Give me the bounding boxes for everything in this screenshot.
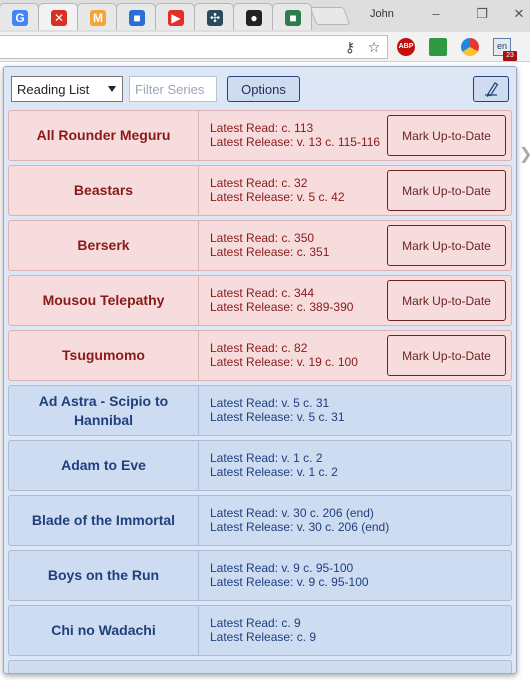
series-name[interactable]: Blade of the Immortal bbox=[9, 496, 199, 545]
mark-up-to-date-button[interactable]: Mark Up-to-Date bbox=[387, 170, 506, 211]
manga-m-icon: M bbox=[90, 10, 106, 26]
browser-tab[interactable]: ■ bbox=[272, 3, 312, 30]
series-progress: Latest Read: c. 82 Latest Release: v. 19 … bbox=[210, 341, 358, 369]
latest-read: Latest Read: c. 32 bbox=[210, 176, 308, 190]
blue-app-icon: ■ bbox=[129, 10, 145, 26]
latest-release: Latest Release: v. 13 c. 115-116 bbox=[210, 135, 381, 149]
latest-read: Latest Read: c. 9 bbox=[210, 616, 301, 630]
tab-strip: G ✕ M ■ ▶ ✣ ● ■ John – ❐ ✕ bbox=[0, 0, 530, 32]
latest-release: Latest Release: v. 1 c. 2 bbox=[210, 465, 338, 479]
latest-release: Latest Release: v. 19 c. 100 bbox=[210, 355, 358, 369]
latest-read: Latest Read: v. 5 c. 31 bbox=[210, 396, 330, 410]
browser-tab[interactable]: ✣ bbox=[194, 3, 234, 30]
mark-up-to-date-button[interactable]: Mark Up-to-Date bbox=[387, 115, 506, 156]
bookmark-star-icon[interactable]: ☆ bbox=[365, 38, 383, 56]
series-row: Chi no Wadachi Latest Read: c. 9 Latest Re… bbox=[8, 605, 512, 656]
latest-release: Latest Release: c. 351 bbox=[210, 245, 330, 259]
series-row: Tsugumomo Latest Read: c. 82 Latest Releas… bbox=[8, 330, 512, 381]
grid-icon: ✣ bbox=[207, 10, 223, 26]
adblock-icon[interactable]: ABP bbox=[397, 38, 415, 56]
browser-tab[interactable]: ▶ bbox=[155, 3, 195, 30]
latest-read: Latest Read: v. 1 c. 2 bbox=[210, 451, 323, 465]
series-name[interactable]: Tsugumomo bbox=[9, 331, 199, 380]
profile-name[interactable]: John bbox=[370, 8, 394, 20]
series-progress: Latest Read: c. 9 Latest Release: c. 9 bbox=[210, 616, 316, 644]
chevron-down-icon bbox=[108, 86, 116, 92]
new-tab-button[interactable] bbox=[309, 7, 351, 25]
series-name[interactable]: Ad Astra - Scipio to Hannibal bbox=[9, 386, 199, 435]
mark-up-to-date-button[interactable]: Mark Up-to-Date bbox=[387, 335, 506, 376]
browser-tab[interactable]: M bbox=[77, 3, 117, 30]
list-select-value: Reading List bbox=[17, 82, 90, 97]
latest-release: Latest Release: v. 5 c. 31 bbox=[210, 410, 345, 424]
series-row: Blade of the Immortal Latest Read: v. 30 … bbox=[8, 495, 512, 546]
series-row: Beastars Latest Read: c. 32 Latest Release… bbox=[8, 165, 512, 216]
series-name[interactable]: All Rounder Meguru bbox=[9, 111, 199, 160]
latest-release: Latest Release: v. 5 c. 42 bbox=[210, 190, 345, 204]
series-name[interactable]: Boys on the Run bbox=[9, 551, 199, 600]
latest-release: Latest Release: v. 9 c. 95-100 bbox=[210, 575, 369, 589]
browser-tab[interactable]: G bbox=[0, 3, 39, 30]
close-window-icon[interactable]: ✕ bbox=[509, 6, 529, 22]
edit-pencil-icon bbox=[485, 82, 499, 98]
series-row-partial bbox=[8, 660, 512, 673]
series-progress: Latest Read: v. 5 c. 31 Latest Release: v… bbox=[210, 396, 345, 424]
youtube-icon: ▶ bbox=[168, 10, 184, 26]
latest-read: Latest Read: c. 344 bbox=[210, 286, 315, 300]
close-tab-icon: ✕ bbox=[51, 10, 67, 26]
mark-up-to-date-button[interactable]: Mark Up-to-Date bbox=[387, 280, 506, 321]
minimize-icon[interactable]: – bbox=[426, 6, 446, 21]
edit-button[interactable] bbox=[473, 76, 509, 102]
latest-release: Latest Release: v. 30 c. 206 (end) bbox=[210, 520, 390, 534]
series-name[interactable]: Beastars bbox=[9, 166, 199, 215]
options-button[interactable]: Options bbox=[227, 76, 300, 102]
extension-badge: 23 bbox=[503, 51, 517, 61]
browser-toolbar: ⚷ ☆ ABP en bbox=[0, 32, 530, 62]
series-progress: Latest Read: c. 350 Latest Release: c. 35… bbox=[210, 231, 329, 259]
latest-read: Latest Read: c. 113 bbox=[210, 121, 314, 135]
key-icon[interactable]: ⚷ bbox=[341, 38, 359, 56]
list-select[interactable]: Reading List bbox=[11, 76, 123, 102]
chevron-right-icon[interactable]: ❯ bbox=[519, 144, 530, 164]
series-progress: Latest Read: c. 344 Latest Release: c. 38… bbox=[210, 286, 353, 314]
series-row: Mousou Telepathy Latest Read: c. 344 Lates… bbox=[8, 275, 512, 326]
popup-controls: Reading List Options bbox=[4, 67, 516, 109]
latest-read: Latest Read: v. 30 c. 206 (end) bbox=[210, 506, 374, 520]
series-row: Ad Astra - Scipio to Hannibal Latest Read… bbox=[8, 385, 512, 436]
google-icon: G bbox=[12, 10, 28, 26]
series-name[interactable]: Berserk bbox=[9, 221, 199, 270]
series-row: Berserk Latest Read: c. 350 Latest Release… bbox=[8, 220, 512, 271]
restore-icon[interactable]: ❐ bbox=[472, 6, 492, 22]
latest-release: Latest Release: c. 389-390 bbox=[210, 300, 354, 314]
browser-tab[interactable]: ✕ bbox=[38, 3, 78, 30]
series-name[interactable]: Adam to Eve bbox=[9, 441, 199, 490]
series-progress: Latest Read: c. 113 Latest Release: v. 13… bbox=[210, 121, 380, 149]
series-progress: Latest Read: c. 32 Latest Release: v. 5 c… bbox=[210, 176, 345, 204]
latest-read: Latest Read: c. 350 bbox=[210, 231, 315, 245]
series-name[interactable]: Mousou Telepathy bbox=[9, 276, 199, 325]
browser-tab[interactable]: ■ bbox=[116, 3, 156, 30]
extension-popup: Reading List Options All Rounder Meguru L… bbox=[3, 66, 517, 674]
browser-tab[interactable]: ● bbox=[233, 3, 273, 30]
mark-up-to-date-button[interactable]: Mark Up-to-Date bbox=[387, 225, 506, 266]
series-progress: Latest Read: v. 30 c. 206 (end) Latest Re… bbox=[210, 506, 389, 534]
spreadsheet-icon[interactable] bbox=[429, 38, 447, 56]
address-bar[interactable] bbox=[0, 35, 388, 59]
series-progress: Latest Read: v. 1 c. 2 Latest Release: v.… bbox=[210, 451, 338, 479]
series-progress: Latest Read: v. 9 c. 95-100 Latest Releas… bbox=[210, 561, 369, 589]
series-list: All Rounder Meguru Latest Read: c. 113 Lat… bbox=[8, 110, 513, 673]
series-row: Boys on the Run Latest Read: v. 9 c. 95-1… bbox=[8, 550, 512, 601]
series-row: All Rounder Meguru Latest Read: c. 113 Lat… bbox=[8, 110, 512, 161]
latest-read: Latest Read: v. 9 c. 95-100 bbox=[210, 561, 354, 575]
series-row: Adam to Eve Latest Read: v. 1 c. 2 Latest … bbox=[8, 440, 512, 491]
filter-series-input[interactable] bbox=[129, 76, 217, 102]
series-name[interactable]: Chi no Wadachi bbox=[9, 606, 199, 655]
latest-release: Latest Release: c. 9 bbox=[210, 630, 317, 644]
green-square-icon: ■ bbox=[285, 10, 301, 26]
github-icon: ● bbox=[246, 10, 262, 26]
latest-read: Latest Read: c. 82 bbox=[210, 341, 308, 355]
pie-chart-icon[interactable] bbox=[461, 38, 479, 56]
